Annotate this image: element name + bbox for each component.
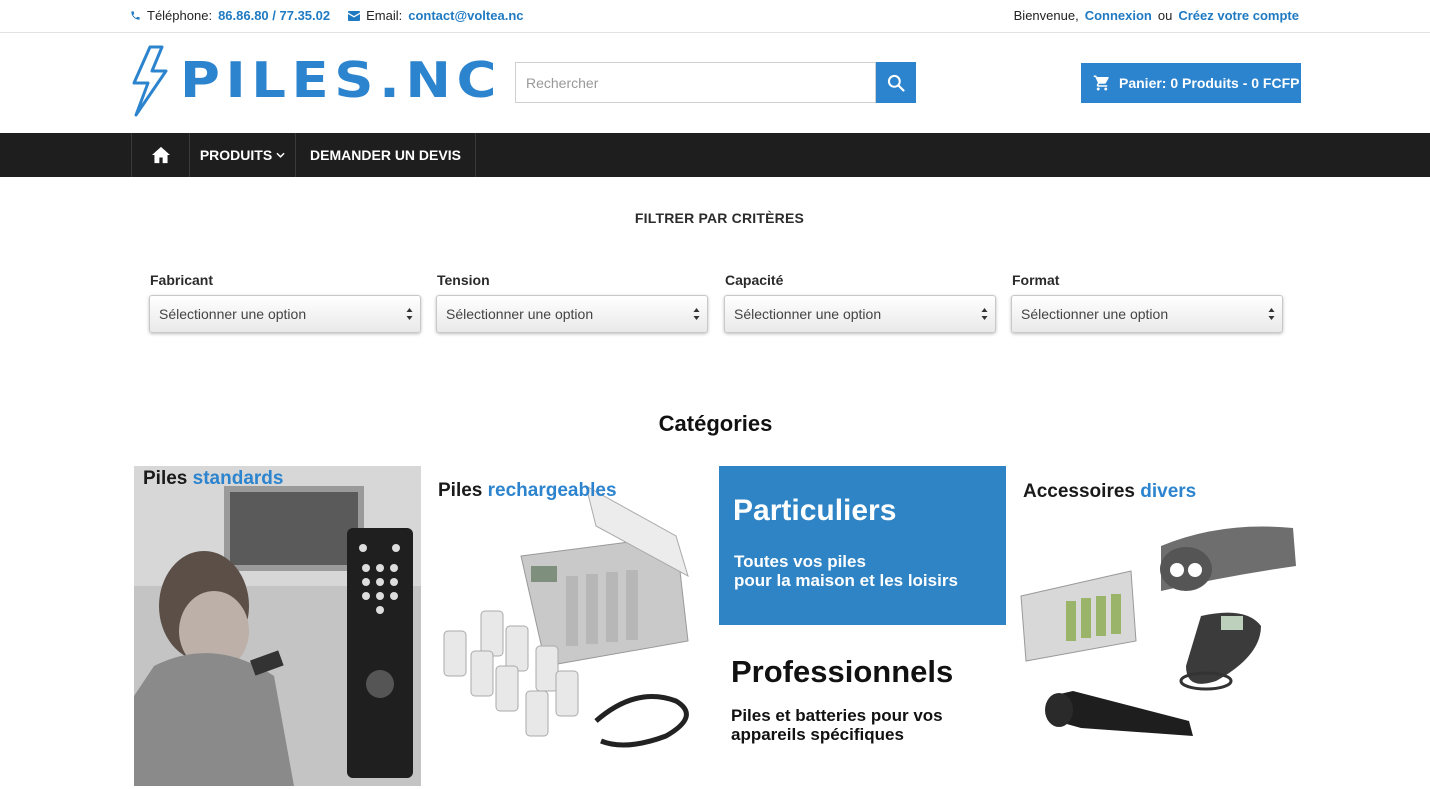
format-select[interactable]: Sélectionner une option (1011, 295, 1283, 333)
select-value: Sélectionner une option (1021, 306, 1169, 322)
cart-button[interactable]: Panier: 0 Produits - 0 FCFP (1081, 63, 1301, 103)
heading-highlight: rechargeables (487, 480, 617, 501)
select-value: Sélectionner une option (734, 306, 882, 322)
heading-part: Piles (438, 480, 483, 501)
phone-label: Téléphone: (147, 8, 213, 23)
home-icon (151, 146, 170, 164)
email-link[interactable]: contact@voltea.nc (408, 8, 523, 23)
nav-quote-label: DEMANDER UN DEVIS (310, 147, 461, 163)
logo-wordmark: PILES.NC (180, 52, 502, 109)
envelope-icon (348, 10, 361, 21)
filter-label: Fabricant (150, 272, 214, 288)
login-link[interactable]: Connexion (1085, 8, 1152, 23)
tile-heading: Accessoires divers (1023, 481, 1196, 503)
welcome-text: Bienvenue, (1013, 8, 1079, 23)
email-label: Email: (366, 8, 403, 23)
filter-label: Tension (437, 272, 490, 288)
nav-products-label: PRODUITS (199, 147, 273, 163)
manufacturer-select[interactable]: Sélectionner une option (149, 295, 421, 333)
category-customers[interactable]: Particuliers Toutes vos piles pour la ma… (719, 466, 1006, 786)
site-logo[interactable]: PILES.NC (130, 45, 505, 117)
nav-products[interactable]: PRODUITS (189, 133, 295, 177)
main-nav: PRODUITS DEMANDER UN DEVIS (0, 133, 1430, 177)
search-input[interactable] (515, 62, 876, 103)
select-arrows-icon (406, 308, 413, 320)
professionals-subtitle: Piles et batteries pour vos appareils sp… (731, 706, 943, 744)
nav-home[interactable] (131, 133, 189, 177)
filter-manufacturer: Fabricant Sélectionner une option (149, 272, 421, 333)
accessories-photo (1020, 526, 1296, 736)
nav-quote[interactable]: DEMANDER UN DEVIS (295, 133, 476, 177)
heading-part: Accessoires (1023, 481, 1135, 502)
phone-info: Téléphone: 86.86.80 / 77.35.02 (130, 8, 330, 23)
filter-voltage: Tension Sélectionner une option (436, 272, 708, 333)
remote-control-photo (134, 466, 421, 786)
lightning-bolt-icon (132, 45, 168, 117)
subtitle-line: pour la maison et les loisirs (734, 571, 958, 590)
select-arrows-icon (981, 308, 988, 320)
subtitle-line: Piles et batteries pour vos (731, 706, 943, 725)
filter-label: Format (1012, 272, 1060, 288)
subtitle-line: appareils spécifiques (731, 725, 904, 744)
subtitle-line: Toutes vos piles (734, 552, 866, 571)
phone-value[interactable]: 86.86.80 / 77.35.02 (218, 8, 330, 23)
search-icon (887, 74, 905, 92)
individuals-title: Particuliers (733, 494, 897, 527)
charger-photo (443, 485, 689, 748)
logo-text: PILES.NC (180, 52, 502, 109)
category-rechargeable-batteries[interactable]: Piles rechargeables (426, 466, 714, 786)
select-arrows-icon (1268, 308, 1275, 320)
category-standard-batteries[interactable]: Piles standards (134, 466, 421, 786)
search-button[interactable] (876, 62, 916, 103)
heading-highlight: standards (192, 468, 284, 489)
categories-title: Catégories (658, 411, 773, 436)
capacity-select[interactable]: Sélectionner une option (724, 295, 996, 333)
filter-capacity: Capacité Sélectionner une option (724, 272, 996, 333)
professionals-title[interactable]: Professionnels (731, 654, 953, 690)
email-info: Email: contact@voltea.nc (348, 8, 524, 23)
cart-label: Panier: 0 Produits - 0 FCFP (1119, 75, 1300, 91)
select-arrows-icon (693, 308, 700, 320)
select-value: Sélectionner une option (159, 306, 307, 322)
tile-heading: Piles rechargeables (438, 480, 617, 502)
category-accessories[interactable]: Accessoires divers (1011, 466, 1301, 786)
filter-label: Capacité (725, 272, 784, 288)
filter-title: FILTRER PAR CRITÈRES (634, 210, 805, 226)
top-bar: Téléphone: 86.86.80 / 77.35.02 Email: co… (0, 0, 1430, 33)
tile-heading: Piles standards (143, 468, 283, 490)
phone-icon (131, 11, 140, 20)
or-text: ou (1157, 8, 1173, 23)
individuals-subtitle: Toutes vos piles pour la maison et les l… (734, 552, 958, 590)
heading-part: Piles (143, 468, 188, 489)
search-bar (515, 62, 916, 103)
shopping-cart-icon (1093, 75, 1109, 91)
select-value: Sélectionner une option (446, 306, 594, 322)
chevron-down-icon (276, 152, 285, 158)
signup-link[interactable]: Créez votre compte (1178, 8, 1299, 23)
voltage-select[interactable]: Sélectionner une option (436, 295, 708, 333)
heading-highlight: divers (1140, 481, 1197, 502)
individuals-panel[interactable]: Particuliers Toutes vos piles pour la ma… (719, 466, 1006, 625)
filter-format: Format Sélectionner une option (1011, 272, 1283, 333)
